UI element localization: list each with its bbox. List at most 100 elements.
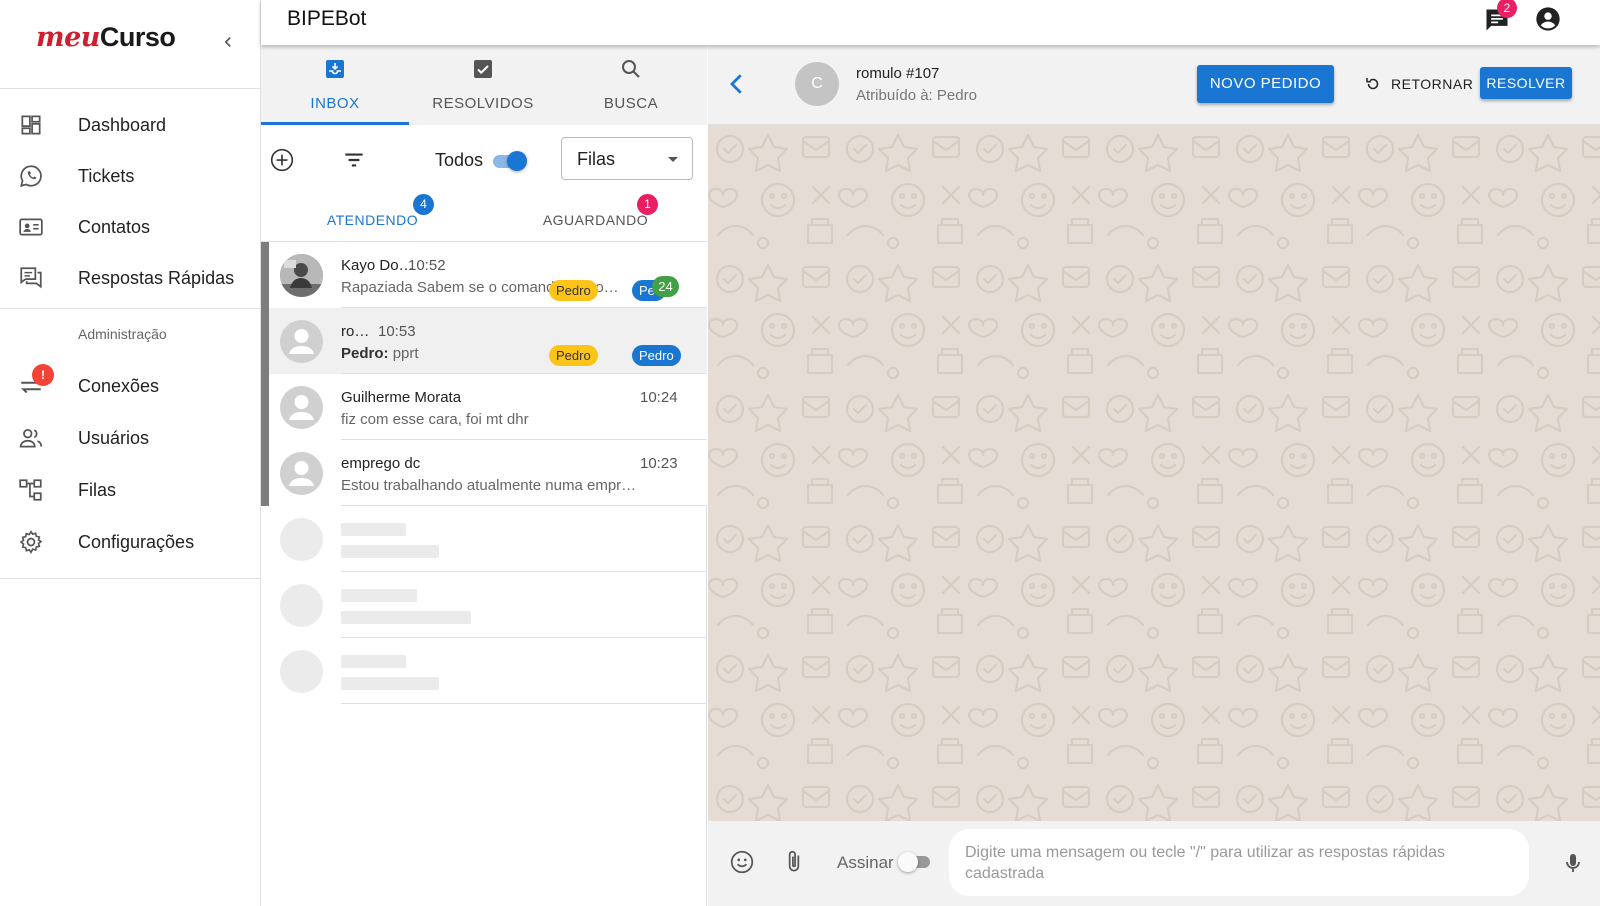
tab-resolvidos[interactable]: RESOLVIDOS [409, 45, 557, 125]
logo-row: meuCurso [0, 0, 260, 89]
sidebar-item-respostas-rapidas[interactable]: Respostas Rápidas [0, 252, 260, 304]
account-circle-icon [1536, 7, 1560, 31]
avatar-photo [280, 254, 323, 297]
ticket-contact-name: ro… [341, 323, 370, 340]
avatar [280, 386, 323, 429]
tab-label: ATENDENDO [326, 212, 419, 228]
toggle-thumb [507, 151, 527, 171]
tab-busca[interactable]: BUSCA [557, 45, 705, 125]
attach-button[interactable] [781, 848, 807, 876]
gear-icon [19, 530, 43, 554]
filas-select[interactable]: Filas [561, 137, 693, 180]
sidebar-item-tickets[interactable]: Tickets [0, 150, 260, 202]
tab-label: INBOX [310, 95, 360, 112]
app-bar: BIPEBot 2 [261, 0, 1600, 45]
novo-pedido-button[interactable]: NOVO PEDIDO [1197, 65, 1334, 103]
skeleton-avatar [280, 584, 323, 627]
status-tabs: ATENDENDO 4 AGUARDANDO 1 [261, 192, 707, 389]
button-label: RETORNAR [1391, 76, 1474, 92]
chat-panel: C romulo #107 Atribuído à: Pedro NOVO PE… [708, 45, 1600, 906]
sidebar-item-dashboard[interactable]: Dashboard [0, 99, 260, 151]
ticket-time: 10:24 [640, 389, 678, 406]
filter-button[interactable] [341, 147, 367, 173]
tab-aguardando[interactable]: AGUARDANDO 1 [484, 192, 707, 242]
aguardando-count-badge: 1 [637, 194, 658, 215]
collapse-sidebar-button[interactable] [216, 30, 240, 54]
account-button[interactable] [1534, 5, 1562, 33]
emoji-button[interactable] [729, 849, 755, 875]
sidebar-item-configuracoes[interactable]: Configurações [0, 516, 260, 568]
ticket-item[interactable]: ro… 10:53 Pedro: pprt Pedro Pedro [261, 308, 707, 374]
skeleton-avatar [280, 518, 323, 561]
message-composer: Assinar Digite uma mensagem ou tecle "/"… [708, 821, 1600, 906]
ticket-skeleton [261, 506, 707, 572]
tab-label: BUSCA [603, 95, 659, 112]
ticket-contact-name: Guilherme Morata [341, 389, 462, 406]
sidebar: meuCurso Dashboard Tickets Contatos Resp… [0, 0, 261, 906]
queue-color-bar [261, 308, 269, 374]
user-chip: Pedro [632, 345, 681, 366]
dashboard-icon [21, 115, 41, 135]
dropdown-arrow-icon [668, 157, 678, 162]
skeleton-line [341, 655, 406, 668]
new-ticket-button[interactable] [269, 147, 295, 173]
queue-chip: Pedro [549, 345, 598, 366]
queue-color-bar [261, 440, 269, 506]
filas-select-value: Filas [577, 149, 616, 169]
quick-reply-icon [20, 267, 42, 289]
sidebar-item-label: Configurações [78, 531, 195, 552]
retornar-button[interactable]: RETORNAR [1354, 65, 1484, 103]
tickets-panel: INBOX RESOLVIDOS BUSCA Todos Filas ATEND… [261, 45, 707, 906]
avatar [280, 254, 323, 297]
ticket-time: 10:53 [378, 323, 416, 340]
account-tree-icon [19, 479, 42, 501]
toggle-thumb [898, 852, 918, 872]
assinar-toggle[interactable] [898, 852, 932, 872]
tickets-tabs: INBOX RESOLVIDOS BUSCA [261, 45, 707, 125]
contact-name[interactable]: romulo #107 [856, 65, 939, 82]
tab-label: RESOLVIDOS [432, 95, 534, 112]
skeleton-line [341, 611, 471, 624]
app-title: BIPEBot [287, 7, 367, 30]
sidebar-item-filas[interactable]: Filas [0, 464, 260, 516]
search-icon [622, 60, 640, 78]
queue-color-bar [261, 374, 269, 440]
contact-avatar[interactable]: C [795, 62, 839, 106]
record-audio-button[interactable] [1563, 851, 1583, 875]
todos-label: Todos [435, 150, 484, 170]
tab-atendendo[interactable]: ATENDENDO 4 [261, 192, 484, 242]
divider [341, 703, 707, 704]
checkbox-icon [474, 60, 492, 78]
chat-messages-area [708, 125, 1600, 821]
tab-inbox[interactable]: INBOX [261, 45, 409, 125]
ticket-skeleton [261, 638, 707, 704]
resolver-button[interactable]: RESOLVER [1480, 67, 1572, 99]
people-icon [19, 429, 43, 448]
sidebar-item-usuarios[interactable]: Usuários [0, 412, 260, 464]
ticket-item[interactable]: Guilherme Morata 10:24 fiz com esse cara… [261, 374, 707, 440]
whatsapp-icon [20, 165, 42, 187]
filter-list-icon [345, 153, 363, 167]
skeleton-avatar [280, 650, 323, 693]
sidebar-item-contatos[interactable]: Contatos [0, 201, 260, 253]
ticket-last-message: Estou trabalhando atualmente numa empr… [341, 477, 637, 494]
todos-toggle[interactable] [491, 151, 527, 171]
atendendo-count-badge: 4 [413, 194, 434, 215]
back-button[interactable] [722, 69, 752, 99]
person-icon [289, 395, 314, 420]
avatar [280, 320, 323, 363]
avatar [280, 452, 323, 495]
notifications-badge: 2 [1497, 0, 1517, 18]
skeleton-line [341, 589, 417, 602]
conexoes-alert-badge: ! [32, 364, 54, 386]
skeleton-line [341, 545, 439, 558]
sidebar-divider [0, 308, 260, 309]
assinar-label: Assinar [837, 853, 894, 872]
sidebar-item-label: Conexões [78, 375, 160, 396]
ticket-item[interactable]: emprego dc 10:23 Estou trabalhando atual… [261, 440, 707, 506]
sidebar-item-label: Tickets [78, 165, 135, 186]
message-input[interactable]: Digite uma mensagem ou tecle "/" para ut… [949, 829, 1529, 896]
add-circle-icon [270, 148, 294, 172]
contact-card-icon [19, 218, 43, 236]
ticket-item[interactable]: Kayo Do… 10:52 Rapaziada Sabem se o coma… [261, 242, 707, 308]
